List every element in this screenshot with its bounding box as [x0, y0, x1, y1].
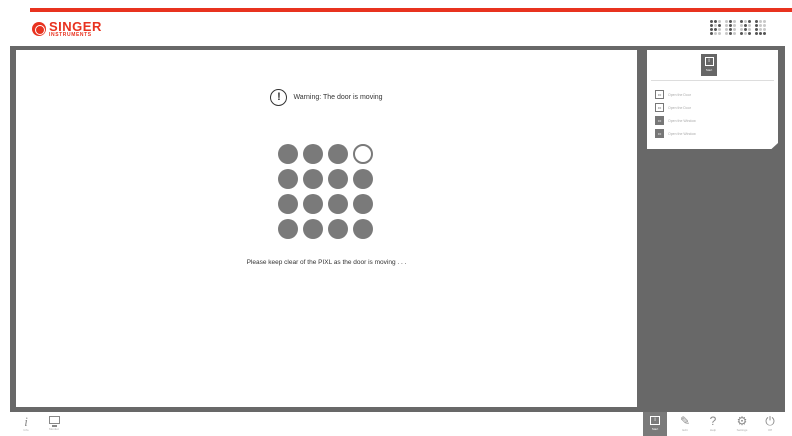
side-panel: i Start ▭ Open the Door ▭ Open the Door … — [647, 50, 778, 149]
singer-logo-mark-icon — [32, 22, 46, 36]
status-dot-filled — [353, 219, 373, 239]
status-dot-filled — [328, 219, 348, 239]
settings-button[interactable]: ⚙ Settings — [730, 412, 754, 436]
power-button[interactable]: ⏻ Off — [758, 412, 782, 436]
status-dot-filled — [278, 219, 298, 239]
power-icon: ⏻ — [765, 414, 775, 428]
header: SINGER INSTRUMENTS — [0, 12, 792, 46]
status-dot-empty — [353, 144, 373, 164]
monitor-button[interactable]: Monitor — [42, 412, 66, 436]
plate-icon: ▭ — [655, 90, 664, 99]
pixl-logo-letter-x — [740, 20, 751, 35]
status-dot-filled — [353, 169, 373, 189]
info-label: Info — [23, 428, 29, 432]
plate-filled-icon: ▭ — [655, 116, 664, 125]
status-dot-filled — [303, 144, 323, 164]
plate-icon: ▭ — [655, 103, 664, 112]
divider — [651, 80, 774, 81]
side-panel-item-label: Open the Door — [668, 92, 691, 97]
info-button[interactable]: i Info — [14, 412, 38, 436]
question-icon: ? — [709, 414, 717, 428]
status-dot-filled — [303, 194, 323, 214]
side-panel-item-label: Open the Window — [668, 118, 696, 123]
pencil-icon: ✎ — [679, 414, 691, 428]
main-content: ! Warning: The door is moving Please kee… — [16, 50, 637, 407]
status-dot-filled — [353, 194, 373, 214]
status-dot-filled — [328, 144, 348, 164]
gear-icon: ⚙ — [736, 414, 748, 428]
logo-sub: INSTRUMENTS — [49, 32, 92, 38]
pixl-logo-letter-p — [710, 20, 721, 35]
bottom-toolbar: i Info Monitor i Start ✎ Edit ? Help ⚙ S… — [0, 412, 792, 436]
off-label: Off — [768, 428, 772, 432]
side-panel-item[interactable]: ▭ Open the Door — [655, 103, 696, 112]
side-panel-item[interactable]: ▭ Open the Window — [655, 116, 696, 125]
pixl-logo-letter-i — [725, 20, 736, 35]
info-icon: i — [704, 57, 714, 66]
settings-label: Settings — [736, 428, 748, 432]
info-square-icon: i — [650, 416, 660, 425]
start-button[interactable]: i Start — [643, 412, 667, 436]
warning-text: Warning: The door is moving — [293, 94, 383, 101]
help-button[interactable]: ? Help — [701, 412, 725, 436]
help-label: Help — [709, 428, 717, 432]
singer-logo: SINGER INSTRUMENTS — [32, 20, 102, 38]
side-panel-item-label: Open the Window — [668, 131, 696, 136]
side-panel-tab-label: Start — [705, 68, 713, 72]
edit-button[interactable]: ✎ Edit — [673, 412, 697, 436]
side-panel-menu: ▭ Open the Door ▭ Open the Door ▭ Open t… — [655, 90, 696, 138]
warning-banner: ! Warning: The door is moving — [16, 89, 637, 106]
exclamation-circle-icon: ! — [270, 89, 288, 106]
plate-filled-icon: ▭ — [655, 129, 664, 138]
pixl-logo — [710, 20, 766, 35]
status-dot-filled — [328, 169, 348, 189]
edit-label: Edit — [682, 428, 688, 432]
monitor-label: Monitor — [48, 427, 59, 431]
side-panel-tab[interactable]: i Start — [701, 54, 717, 76]
status-dot-filled — [303, 219, 323, 239]
side-panel-item[interactable]: ▭ Open the Door — [655, 90, 696, 99]
side-panel-item-label: Open the Door — [668, 105, 691, 110]
status-dot-filled — [278, 194, 298, 214]
info-italic-icon: i — [24, 414, 28, 429]
pixl-logo-letter-l — [755, 20, 766, 35]
status-message: Please keep clear of the PIXL as the doo… — [246, 259, 407, 266]
status-dot-filled — [278, 169, 298, 189]
status-dot-filled — [278, 144, 298, 164]
monitor-icon — [48, 416, 60, 427]
start-label: Start — [651, 427, 659, 431]
side-panel-item[interactable]: ▭ Open the Window — [655, 129, 696, 138]
status-dot-filled — [303, 169, 323, 189]
door-status-grid — [278, 144, 373, 239]
status-dot-filled — [328, 194, 348, 214]
